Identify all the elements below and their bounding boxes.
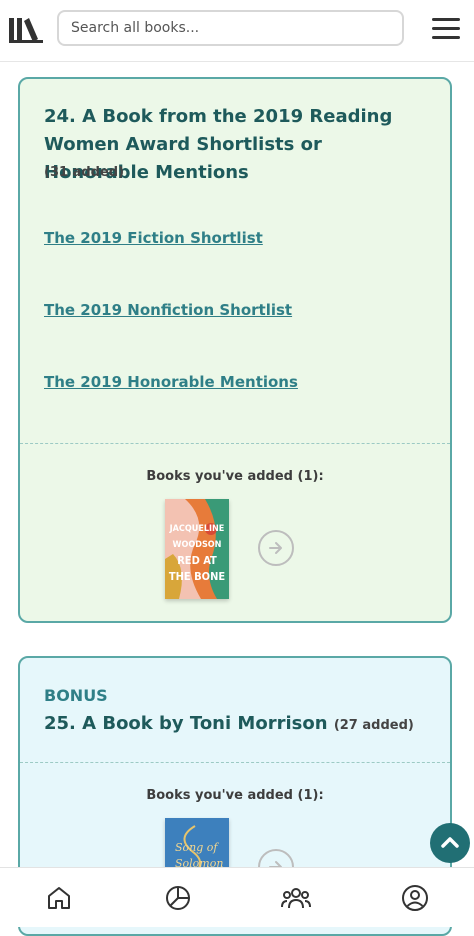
book-cover-red-at-the-bone[interactable]: JACQUELINE WOODSON RED AT THE BONE <box>165 499 229 599</box>
books-added-label: Books you've added (1): <box>20 469 450 484</box>
nav-home[interactable] <box>0 868 119 927</box>
hamburger-menu-icon[interactable] <box>432 18 460 40</box>
profile-icon <box>401 884 429 912</box>
cover-author-last: WOODSON <box>165 537 229 553</box>
cover-author-first: JACQUELINE <box>165 521 229 537</box>
nav-community[interactable] <box>237 868 356 927</box>
added-count: (27 added) <box>334 718 414 733</box>
back-to-top-button[interactable] <box>430 823 470 863</box>
bottom-navigation <box>0 867 474 927</box>
card-divider <box>20 443 450 444</box>
honorable-mentions-link[interactable]: The 2019 Honorable Mentions <box>44 373 298 391</box>
search-input[interactable] <box>57 10 404 46</box>
nav-profile[interactable] <box>356 868 474 927</box>
cover-title-line1: Song of <box>175 840 223 856</box>
community-icon <box>280 884 312 912</box>
bonus-label: BONUS <box>44 686 108 705</box>
challenge-card-24: 24. A Book from the 2019 Reading Women A… <box>18 77 452 623</box>
chevron-up-icon <box>439 832 461 854</box>
library-books-icon[interactable] <box>9 15 43 43</box>
fiction-shortlist-link[interactable]: The 2019 Fiction Shortlist <box>44 229 263 247</box>
added-count: (31 added) <box>44 165 124 180</box>
books-added-label: Books you've added (1): <box>20 788 450 803</box>
top-header <box>0 0 474 62</box>
next-book-arrow-icon[interactable] <box>258 530 294 566</box>
cover-title-line1: RED AT <box>165 553 229 569</box>
cover-title-line2: THE BONE <box>165 569 229 585</box>
card-divider <box>20 762 450 763</box>
nonfiction-shortlist-link[interactable]: The 2019 Nonfiction Shortlist <box>44 301 292 319</box>
stats-pie-icon <box>164 884 192 912</box>
nav-stats[interactable] <box>119 868 238 927</box>
home-icon <box>45 884 73 912</box>
cover-text: JACQUELINE WOODSON RED AT THE BONE <box>165 521 229 585</box>
challenge-title: 25. A Book by Toni Morrison (27 added) <box>44 710 426 740</box>
